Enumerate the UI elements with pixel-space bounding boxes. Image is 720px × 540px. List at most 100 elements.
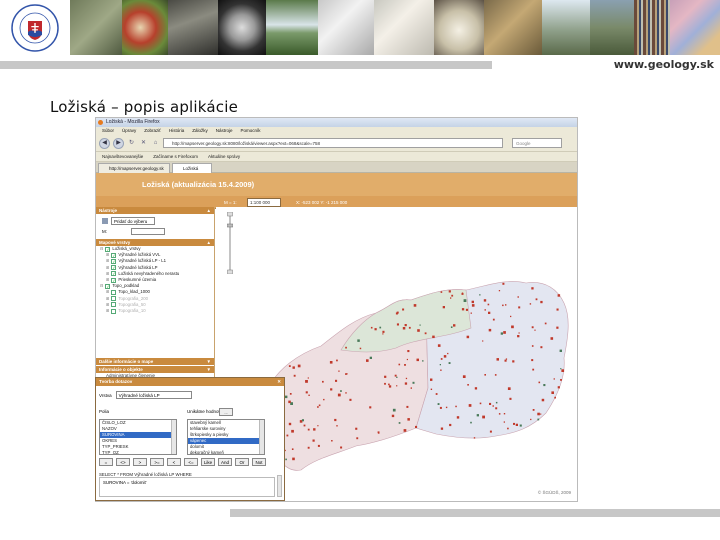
bookmark-item[interactable]: Najnavštevovanejšie [102, 152, 143, 161]
deposit-point[interactable] [329, 361, 333, 364]
tab-loziska[interactable]: Ložiská [172, 163, 212, 173]
deposit-point[interactable] [531, 326, 534, 329]
deposit-point[interactable] [340, 390, 342, 392]
operator-button[interactable]: And [218, 458, 232, 466]
layer-checkbox[interactable] [111, 290, 117, 296]
deposit-point[interactable] [396, 323, 399, 326]
deposit-point[interactable] [419, 324, 421, 326]
selection-mode-select[interactable]: Pridať do výberu [111, 217, 155, 225]
deposit-point[interactable] [424, 332, 427, 335]
deposit-point[interactable] [470, 421, 472, 424]
bookmark-item[interactable]: Aktuálne správy [208, 152, 240, 161]
operator-button[interactable]: = [99, 458, 113, 466]
operator-button[interactable]: >= [150, 458, 164, 466]
select-tool-icon[interactable] [102, 218, 108, 224]
deposit-point[interactable] [531, 345, 534, 347]
deposit-point[interactable] [440, 358, 443, 360]
deposit-point[interactable] [322, 380, 324, 383]
deposit-point[interactable] [396, 385, 398, 387]
menu-item[interactable]: Úpravy [122, 127, 136, 135]
deposit-point[interactable] [369, 356, 372, 359]
deposit-point[interactable] [453, 324, 456, 327]
deposit-point[interactable] [554, 396, 556, 399]
deposit-point[interactable] [518, 306, 521, 309]
deposit-point[interactable] [402, 308, 405, 311]
deposit-point[interactable] [336, 359, 338, 362]
deposit-point[interactable] [336, 425, 338, 427]
deposit-point[interactable] [318, 404, 321, 407]
deposit-point[interactable] [495, 407, 498, 410]
deposit-point[interactable] [500, 332, 503, 335]
deposit-point[interactable] [471, 300, 474, 304]
deposit-point[interactable] [551, 391, 554, 394]
deposit-point[interactable] [505, 304, 507, 306]
deposit-point[interactable] [398, 363, 401, 366]
layer-checkbox[interactable]: ✓ [111, 259, 117, 264]
tools-panel-header[interactable]: Nástroje ▲ [96, 207, 214, 214]
deposit-point[interactable] [470, 312, 472, 314]
expand-icon[interactable]: ▼ [207, 358, 211, 365]
deposit-point[interactable] [366, 359, 369, 362]
deposit-point[interactable] [495, 401, 498, 404]
collapse-icon[interactable]: ▲ [207, 207, 211, 214]
deposit-point[interactable] [544, 322, 547, 325]
deposit-point[interactable] [345, 392, 347, 394]
deposit-point[interactable] [447, 352, 449, 355]
fields-list[interactable]: ČISLO_LOZ NAZOV SUROVINA OKRES TYP_PRIESK TYP… [99, 419, 177, 455]
deposit-point[interactable] [507, 427, 509, 430]
deposit-point[interactable] [503, 421, 505, 423]
deposit-point[interactable] [369, 406, 372, 409]
scale-input[interactable] [131, 227, 165, 235]
deposit-point[interactable] [507, 387, 511, 390]
deposit-point[interactable] [338, 370, 340, 372]
deposit-point[interactable] [412, 381, 415, 384]
deposit-point[interactable] [474, 387, 478, 390]
deposit-point[interactable] [359, 347, 362, 350]
deposit-point[interactable] [537, 418, 540, 421]
deposit-point[interactable] [374, 328, 377, 331]
deposit-point[interactable] [415, 425, 418, 428]
deposit-point[interactable] [540, 413, 542, 415]
deposit-point[interactable] [291, 429, 294, 433]
deposit-point[interactable] [503, 331, 506, 334]
deposit-point[interactable] [355, 427, 358, 430]
deposit-point[interactable] [560, 368, 562, 370]
layer-checkbox[interactable]: ✓ [111, 265, 117, 271]
deposit-point[interactable] [391, 414, 395, 418]
layer-checkbox[interactable]: ✓ [111, 252, 117, 258]
deposit-point[interactable] [288, 365, 291, 367]
deposit-point[interactable] [513, 422, 515, 425]
value-item[interactable]: dekoračný kameň [188, 450, 264, 454]
deposit-point[interactable] [450, 326, 453, 328]
deposit-point[interactable] [437, 403, 440, 405]
forward-icon[interactable]: ▶ [113, 137, 124, 149]
deposit-point[interactable] [482, 340, 484, 342]
load-values-button[interactable]: ... [219, 408, 233, 416]
deposit-point[interactable] [451, 294, 454, 297]
deposit-point[interactable] [317, 406, 319, 408]
deposit-point[interactable] [377, 431, 380, 434]
deposit-point[interactable] [502, 282, 505, 285]
deposit-point[interactable] [293, 374, 296, 377]
deposit-point[interactable] [443, 355, 447, 358]
scale-select[interactable]: 1:100 000 [247, 198, 281, 207]
deposit-point[interactable] [335, 379, 338, 382]
deposit-point[interactable] [492, 405, 494, 407]
menu-item[interactable]: Zobraziť [144, 127, 161, 135]
deposit-point[interactable] [535, 298, 538, 301]
deposit-point[interactable] [394, 374, 397, 377]
deposit-point[interactable] [561, 369, 565, 372]
deposit-point[interactable] [440, 291, 443, 293]
operator-button[interactable]: Like [201, 458, 215, 466]
deposit-point[interactable] [297, 364, 301, 368]
layer-checkbox[interactable] [111, 308, 117, 314]
operator-button[interactable]: <> [116, 458, 130, 466]
deposit-point[interactable] [505, 358, 508, 360]
operator-button[interactable]: < [167, 458, 181, 466]
deposit-point[interactable] [503, 413, 506, 415]
deposit-point[interactable] [286, 434, 289, 437]
query-dialog-header[interactable]: Tvorba dotazov ✕ [96, 378, 284, 386]
field-item[interactable]: TYP_OZ [100, 450, 176, 454]
deposit-point[interactable] [432, 335, 435, 339]
layer-checkbox[interactable]: ✓ [111, 271, 117, 277]
